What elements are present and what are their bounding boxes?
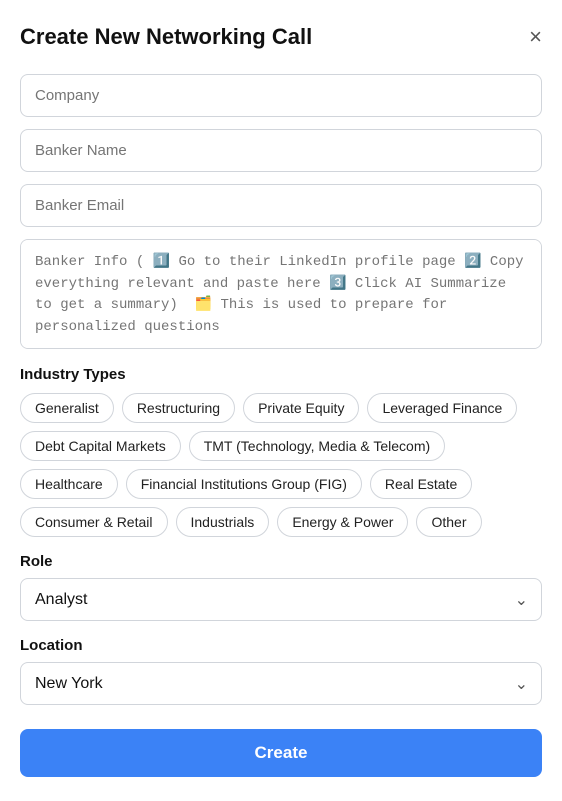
- location-label: Location: [20, 637, 542, 654]
- modal-header: Create New Networking Call ×: [20, 24, 542, 50]
- location-select[interactable]: New YorkLondonSan FranciscoChicagoHong K…: [20, 662, 542, 705]
- company-input[interactable]: [20, 74, 542, 117]
- banker-info-field-group: [20, 239, 542, 354]
- industry-tag[interactable]: Leveraged Finance: [367, 393, 517, 423]
- banker-name-input[interactable]: [20, 129, 542, 172]
- create-button[interactable]: Create: [20, 729, 542, 777]
- role-label: Role: [20, 553, 542, 570]
- industry-tag[interactable]: Restructuring: [122, 393, 235, 423]
- industry-tag[interactable]: Real Estate: [370, 469, 472, 499]
- banker-info-textarea[interactable]: [20, 239, 542, 349]
- industry-tag[interactable]: Other: [416, 507, 481, 537]
- industry-tag[interactable]: TMT (Technology, Media & Telecom): [189, 431, 445, 461]
- industry-tag[interactable]: Industrials: [176, 507, 270, 537]
- role-select-group: Role AnalystAssociateVPDirectorMD ⌄: [20, 553, 542, 621]
- location-select-wrapper: New YorkLondonSan FranciscoChicagoHong K…: [20, 662, 542, 705]
- industry-tags-container: Generalist Restructuring Private Equity Lev…: [20, 393, 542, 537]
- location-select-group: Location New YorkLondonSan FranciscoChic…: [20, 637, 542, 705]
- industry-types-section: Industry Types Generalist Restructuring Pr…: [20, 366, 542, 537]
- industry-tag[interactable]: Consumer & Retail: [20, 507, 168, 537]
- banker-name-field-group: [20, 129, 542, 172]
- industry-tag[interactable]: Healthcare: [20, 469, 118, 499]
- close-button[interactable]: ×: [529, 26, 542, 48]
- modal-title: Create New Networking Call: [20, 24, 312, 50]
- industry-tag[interactable]: Generalist: [20, 393, 114, 423]
- company-field-group: [20, 74, 542, 117]
- industry-tag[interactable]: Financial Institutions Group (FIG): [126, 469, 362, 499]
- role-select[interactable]: AnalystAssociateVPDirectorMD: [20, 578, 542, 621]
- industry-tag[interactable]: Energy & Power: [277, 507, 408, 537]
- banker-email-field-group: [20, 184, 542, 227]
- banker-email-input[interactable]: [20, 184, 542, 227]
- industry-tag[interactable]: Debt Capital Markets: [20, 431, 181, 461]
- role-select-wrapper: AnalystAssociateVPDirectorMD ⌄: [20, 578, 542, 621]
- industry-tag[interactable]: Private Equity: [243, 393, 359, 423]
- industry-types-label: Industry Types: [20, 366, 542, 383]
